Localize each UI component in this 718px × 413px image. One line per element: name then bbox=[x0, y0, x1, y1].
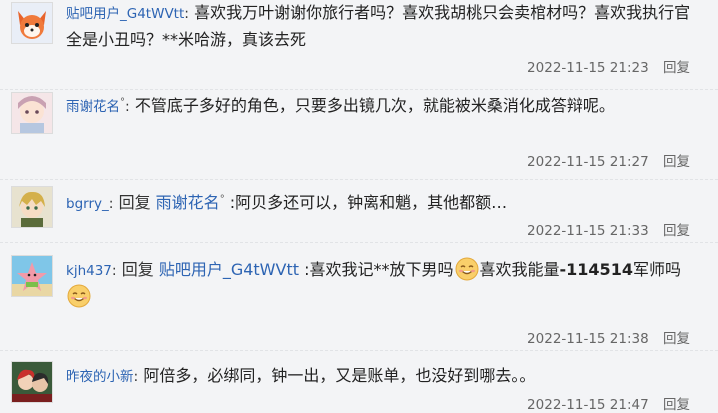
separator: : bbox=[133, 369, 139, 385]
reply-meta: 2022-11-15 21:27 回复 bbox=[527, 150, 690, 170]
reply-button[interactable]: 回复 bbox=[663, 397, 690, 413]
anime-girl-avatar-icon[interactable] bbox=[11, 92, 53, 134]
separator: : bbox=[184, 6, 189, 22]
reply-item: 贴吧用户_G4tWVtt: 喜欢我万叶谢谢你旅行者吗？喜欢我胡桃只会卖棺材吗？喜… bbox=[0, 0, 718, 90]
timestamp: 2022-11-15 21:38 bbox=[527, 331, 649, 347]
reply-target-link[interactable]: 雨谢花名° bbox=[156, 193, 225, 212]
blond-character-avatar-icon[interactable] bbox=[11, 186, 53, 228]
fox-avatar-icon[interactable] bbox=[11, 2, 53, 44]
reply-list: 贴吧用户_G4tWVtt: 喜欢我万叶谢谢你旅行者吗？喜欢我胡桃只会卖棺材吗？喜… bbox=[0, 0, 718, 413]
reply-item: 昨夜的小新: 阿倍多，必绑同，钟一出，又是账单，也没好到哪去。。 2022-11… bbox=[0, 351, 718, 413]
red-hair-avatar-icon[interactable] bbox=[11, 361, 53, 403]
reply-text: 不管底子多好的角色，只要多出镜几次，就能被米桑消化成答辩呢。 bbox=[134, 96, 615, 115]
reply-button[interactable]: 回复 bbox=[663, 60, 690, 76]
reply-item: 雨谢花名°: 不管底子多好的角色，只要多出镜几次，就能被米桑消化成答辩呢。 20… bbox=[0, 90, 718, 180]
reply-meta: 2022-11-15 21:33 回复 bbox=[527, 219, 690, 239]
username-text: 雨谢花名 bbox=[66, 99, 120, 115]
reply-button[interactable]: 回复 bbox=[663, 154, 690, 170]
timestamp: 2022-11-15 21:23 bbox=[527, 60, 649, 76]
username-link[interactable]: kjh437 bbox=[66, 263, 112, 279]
reply-content: kjh437: 回复 贴吧用户_G4tWVtt :喜欢我记**放下男吗 喜欢我能量… bbox=[66, 257, 696, 310]
reply-content: 贴吧用户_G4tWVtt: 喜欢我万叶谢谢你旅行者吗？喜欢我胡桃只会卖棺材吗？喜… bbox=[66, 0, 696, 53]
reply-target-text: 雨谢花名 bbox=[155, 193, 220, 212]
reply-meta: 2022-11-15 21:38 回复 bbox=[527, 327, 690, 347]
smile-emoji-icon bbox=[455, 257, 479, 281]
reply-meta: 2022-11-15 21:47 回复 bbox=[527, 393, 690, 413]
reply-meta: 2022-11-15 21:23 回复 bbox=[527, 56, 690, 76]
separator: : bbox=[111, 263, 117, 279]
reply-text-part3: 军师吗 bbox=[632, 260, 681, 279]
timestamp: 2022-11-15 21:27 bbox=[527, 154, 649, 170]
reply-item: bgrry_: 回复 雨谢花名° :阿贝多还可以，钟离和魈，其他都额… 2022… bbox=[0, 180, 718, 243]
username-link[interactable]: 雨谢花名° bbox=[66, 97, 125, 115]
reply-text: 阿倍多，必绑同，钟一出，又是账单，也没好到哪去。。 bbox=[143, 366, 536, 385]
reply-text-part2: 喜欢我能量 bbox=[479, 260, 560, 279]
reply-button[interactable]: 回复 bbox=[663, 223, 690, 239]
reply-text-bold: -114514 bbox=[559, 260, 633, 279]
separator: : bbox=[125, 99, 130, 115]
reply-content: 昨夜的小新: 阿倍多，必绑同，钟一出，又是账单，也没好到哪去。。 bbox=[66, 363, 696, 390]
username-link[interactable]: 昨夜的小新 bbox=[66, 369, 134, 385]
timestamp: 2022-11-15 21:33 bbox=[527, 223, 649, 239]
starfish-avatar-icon[interactable] bbox=[11, 255, 53, 297]
timestamp: 2022-11-15 21:47 bbox=[527, 397, 649, 413]
user-badge: ° bbox=[219, 194, 225, 205]
reply-content: bgrry_: 回复 雨谢花名° :阿贝多还可以，钟离和魈，其他都额… bbox=[66, 187, 696, 217]
reply-target-link[interactable]: 贴吧用户_G4tWVtt bbox=[159, 260, 299, 279]
username-link[interactable]: bgrry_ bbox=[66, 196, 109, 212]
separator: : bbox=[108, 196, 114, 212]
reply-content: 雨谢花名°: 不管底子多好的角色，只要多出镜几次，就能被米桑消化成答辩呢。 bbox=[66, 90, 696, 120]
reply-to-label: 回复 bbox=[121, 260, 154, 279]
smile-emoji-icon bbox=[67, 284, 91, 308]
reply-text-part1: :喜欢我记**放下男吗 bbox=[304, 260, 454, 279]
reply-text: :阿贝多还可以，钟离和魈，其他都额… bbox=[229, 193, 508, 212]
reply-button[interactable]: 回复 bbox=[663, 331, 690, 347]
username-link[interactable]: 贴吧用户_G4tWVtt bbox=[66, 6, 184, 22]
reply-item: kjh437: 回复 贴吧用户_G4tWVtt :喜欢我记**放下男吗 喜欢我能量… bbox=[0, 243, 718, 351]
reply-to-label: 回复 bbox=[118, 193, 151, 212]
